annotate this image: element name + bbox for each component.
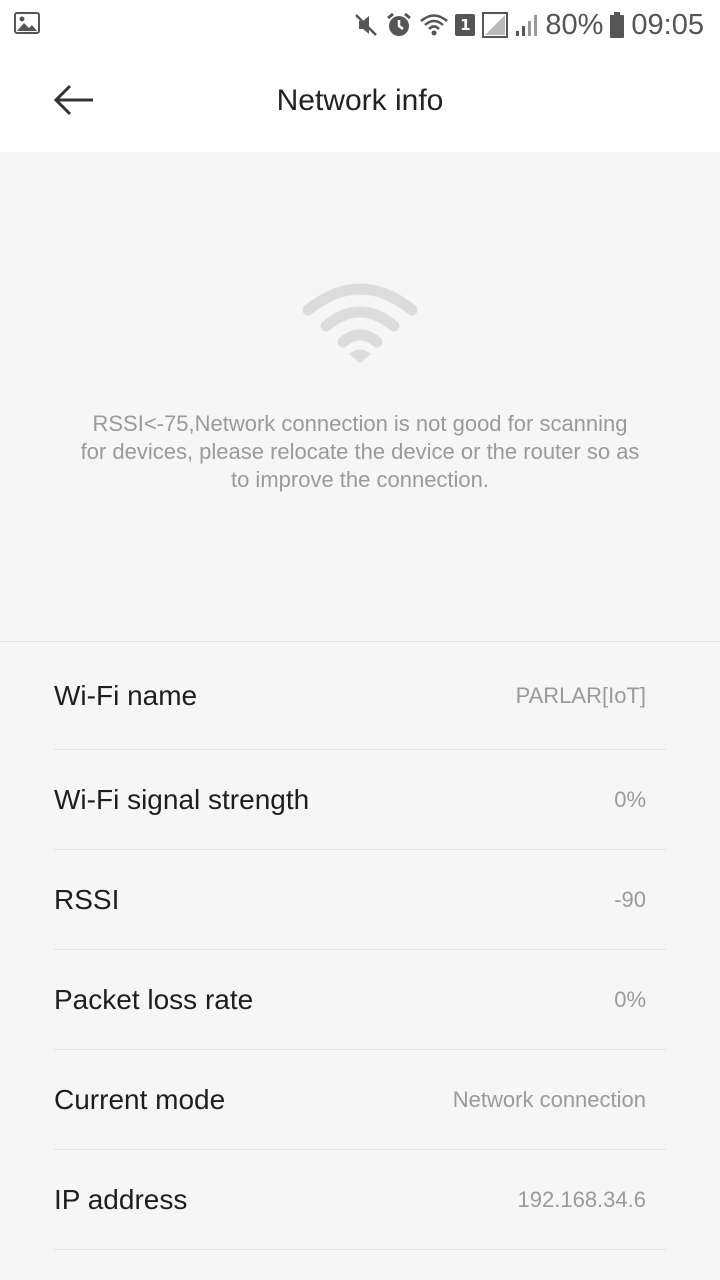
info-row-wifi-name: Wi-Fi name PARLAR[IoT] <box>54 642 666 750</box>
info-row-signal-strength: Wi-Fi signal strength 0% <box>54 750 666 850</box>
info-value: Network connection <box>452 1086 646 1112</box>
signal-icon <box>515 13 539 37</box>
network-status-panel: RSSI<-75,Network connection is not good … <box>0 152 720 642</box>
network-info-list: Wi-Fi name PARLAR[IoT] Wi-Fi signal stre… <box>0 642 720 1250</box>
info-value: PARLAR[IoT] <box>515 682 646 708</box>
no-signal-icon <box>481 11 509 39</box>
status-bar: 1 80% 09:05 <box>0 0 720 50</box>
app-bar: Network info <box>0 50 720 152</box>
status-left <box>14 12 40 38</box>
info-label: RSSI <box>54 883 120 915</box>
connection-warning-text: RSSI<-75,Network connection is not good … <box>80 411 640 492</box>
info-row-ip-address: IP address 192.168.34.6 <box>54 1150 666 1250</box>
battery-percent: 80% <box>545 8 604 41</box>
info-value: 192.168.34.6 <box>517 1186 646 1212</box>
page-title: Network info <box>276 84 444 117</box>
wifi-icon <box>419 13 449 37</box>
wifi-icon <box>302 282 418 370</box>
sim-icon: 1 <box>455 14 476 36</box>
info-value: 0% <box>614 986 646 1012</box>
battery-icon <box>609 11 625 39</box>
status-right: 1 80% 09:05 <box>353 9 704 42</box>
image-icon <box>14 12 40 38</box>
clock: 09:05 <box>631 8 704 41</box>
back-button[interactable] <box>50 78 98 126</box>
info-value: -90 <box>614 886 646 912</box>
info-label: Packet loss rate <box>54 983 254 1015</box>
info-label: IP address <box>54 1183 188 1215</box>
mute-icon <box>353 12 379 38</box>
info-value: 0% <box>614 786 646 812</box>
info-row-packet-loss: Packet loss rate 0% <box>54 950 666 1050</box>
info-row-rssi: RSSI -90 <box>54 850 666 950</box>
alarm-icon <box>385 11 413 39</box>
info-label: Wi-Fi signal strength <box>54 783 310 815</box>
info-label: Current mode <box>54 1083 226 1115</box>
info-label: Wi-Fi name <box>54 679 198 711</box>
info-row-current-mode: Current mode Network connection <box>54 1050 666 1150</box>
arrow-left-icon <box>53 83 95 121</box>
